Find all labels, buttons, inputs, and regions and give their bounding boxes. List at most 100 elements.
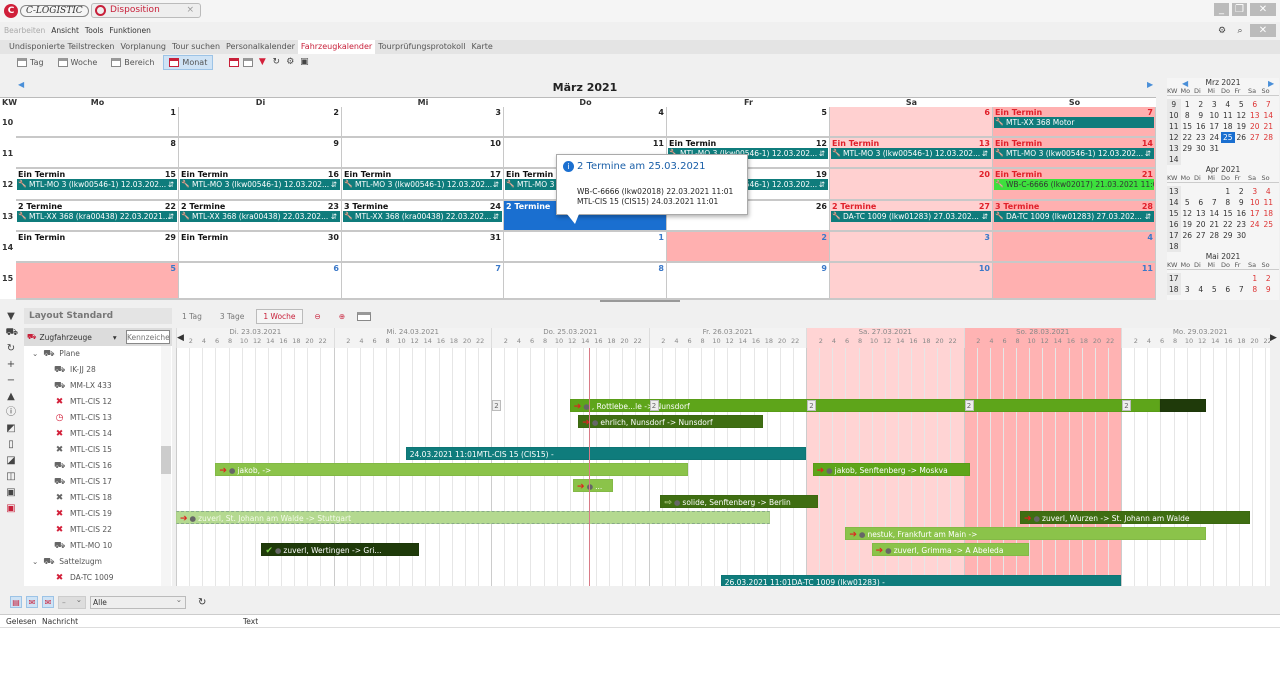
calendar-day-cell[interactable]: 31 bbox=[342, 232, 504, 263]
tab-tourpruefungsprotokoll[interactable]: Tourprüfungsprotokoll bbox=[375, 40, 468, 54]
minus-icon[interactable]: − bbox=[6, 375, 17, 386]
tree-row[interactable]: ⛟ IK-JJ 28 bbox=[54, 362, 96, 378]
calendar-day-cell[interactable]: 20 bbox=[830, 169, 993, 201]
tree-row[interactable]: ⛟ MTL-CIS 16 bbox=[54, 458, 112, 474]
calendar-day-cell[interactable]: 4 bbox=[504, 107, 667, 138]
tree-row[interactable]: ⛟ MM-LX 433 bbox=[54, 378, 112, 394]
previous-month-arrow[interactable]: ◀ bbox=[18, 80, 24, 89]
tree-row[interactable]: ⛟ MTL-MO 10 bbox=[54, 538, 112, 554]
calendar-day-cell[interactable]: 9 bbox=[667, 263, 830, 300]
mini-day[interactable]: 16 bbox=[1235, 208, 1249, 219]
tree-row[interactable]: ✖ MTL-CIS 15 bbox=[54, 442, 112, 458]
splitter-handle[interactable] bbox=[600, 300, 680, 302]
calendar-day-cell[interactable]: 8 bbox=[504, 263, 667, 300]
mini-day[interactable]: 5 bbox=[1181, 197, 1195, 208]
mini-day[interactable]: 3 bbox=[1248, 186, 1262, 197]
calendar-icon[interactable] bbox=[357, 311, 372, 321]
mini-prev-arrow[interactable]: ◀ bbox=[1182, 79, 1188, 88]
mail-read-icon[interactable]: ✉ bbox=[26, 596, 38, 608]
mini-day[interactable]: 2 bbox=[1262, 273, 1276, 284]
mini-day[interactable]: 11 bbox=[1221, 110, 1235, 121]
search-icon[interactable]: ⌕ bbox=[1235, 26, 1245, 36]
tree-row[interactable]: ✖ MTL-CIS 19 bbox=[54, 506, 112, 522]
mini-day[interactable]: 13 bbox=[1248, 110, 1262, 121]
next-month-arrow[interactable]: ▶ bbox=[1147, 80, 1153, 89]
filter-icon[interactable]: ▼ bbox=[6, 311, 17, 322]
restore-button[interactable]: ❐ bbox=[1232, 3, 1247, 16]
mini-day[interactable]: 15 bbox=[1221, 208, 1235, 219]
appointment-entry[interactable]: MTL-XX 368 (kra00438) 22.03.2021...⇵ bbox=[17, 211, 177, 222]
mini-day[interactable]: 28 bbox=[1208, 230, 1222, 241]
gantt-bar[interactable]: ➔ ● jakob, -> bbox=[215, 463, 688, 476]
print-icon[interactable]: ▣ bbox=[6, 487, 17, 498]
tab-tour-suchen[interactable]: Tour suchen bbox=[169, 40, 223, 54]
mini-day[interactable]: 1 bbox=[1181, 99, 1195, 110]
mini-day[interactable]: 3 bbox=[1181, 284, 1195, 295]
tree-scrollbar-thumb[interactable] bbox=[161, 446, 171, 474]
mini-day[interactable]: 21 bbox=[1262, 121, 1276, 132]
mini-day[interactable]: 8 bbox=[1221, 197, 1235, 208]
tree-row[interactable]: ✖ MTL-CIS 22 bbox=[54, 522, 112, 538]
filter-select-alle[interactable]: Alle bbox=[90, 594, 186, 609]
gantt-bar[interactable] bbox=[1160, 399, 1207, 412]
chevron-down-icon[interactable]: ▾ bbox=[113, 333, 117, 342]
calendar-day-cell[interactable]: 29 Ein Termin bbox=[16, 232, 179, 263]
mini-day[interactable]: 7 bbox=[1208, 197, 1222, 208]
mini-day[interactable]: 27 bbox=[1194, 230, 1208, 241]
conflict-count-badge[interactable]: 2 bbox=[649, 400, 659, 411]
mini-day[interactable]: 18 bbox=[1221, 121, 1235, 132]
calendar-day-cell[interactable]: 10 bbox=[342, 138, 504, 169]
print-red-icon[interactable]: ▣ bbox=[6, 503, 17, 514]
calendar-day-cell[interactable]: 7 Ein TerminMTL-XX 368 Motor bbox=[993, 107, 1156, 138]
conflict-count-badge[interactable]: 2 bbox=[807, 400, 816, 411]
gantt-bar[interactable]: ➔ ● zuverl, Wurzen -> St. Johann am Walde bbox=[1019, 511, 1250, 524]
mini-day[interactable]: 10 bbox=[1208, 110, 1222, 121]
zoom-out-icon[interactable]: ⊖ bbox=[309, 310, 327, 323]
appointment-entry[interactable]: WB-C-6666 (lkw02017) 21.03.2021 11:0 bbox=[994, 179, 1154, 190]
mini-day[interactable]: 6 bbox=[1221, 284, 1235, 295]
gantt-bar[interactable]: 26.03.2021 11:01DA-TC 1009 (lkw01283) - bbox=[720, 575, 1121, 586]
settings-icon[interactable]: ⚙ bbox=[285, 57, 295, 67]
column-nachricht[interactable]: Nachricht bbox=[42, 617, 78, 626]
calendar-day-cell[interactable]: 17 Ein TerminMTL-MO 3 (lkw00546-1) 12.03.… bbox=[342, 169, 504, 201]
mini-day[interactable]: 30 bbox=[1235, 230, 1249, 241]
gantt-bar[interactable]: ➔ ● zuverl, Grimma -> A Abeleda bbox=[871, 543, 1030, 556]
tree-row[interactable]: ⌄ ⛟ Plane bbox=[32, 346, 80, 362]
close-window-button[interactable]: ✕ bbox=[1250, 3, 1276, 16]
truck-icon[interactable]: ⛟ bbox=[6, 327, 19, 338]
calendar-day-cell[interactable]: 9 bbox=[179, 138, 342, 169]
column-gelesen[interactable]: Gelesen bbox=[6, 617, 36, 626]
mini-day[interactable]: 30 bbox=[1194, 143, 1208, 154]
mini-day[interactable]: 18 bbox=[1262, 208, 1276, 219]
gantt-bar[interactable]: ➔ ● nestuk, Frankfurt am Main -> bbox=[845, 527, 1207, 540]
menu-ansicht[interactable]: Ansicht bbox=[51, 24, 79, 38]
close-tab-icon[interactable]: × bbox=[186, 4, 194, 17]
calendar-day-cell[interactable]: 30 Ein Termin bbox=[179, 232, 342, 263]
mini-day[interactable]: 5 bbox=[1235, 99, 1249, 110]
timeline-prev-arrow[interactable]: ◀ bbox=[177, 333, 184, 343]
column-text[interactable]: Text bbox=[243, 617, 258, 626]
calendar-day-cell[interactable]: 6 bbox=[179, 263, 342, 300]
minimize-button[interactable]: _ bbox=[1214, 3, 1229, 16]
zoom-1-tag[interactable]: 1 Tag bbox=[176, 310, 208, 323]
mini-day[interactable]: 5 bbox=[1208, 284, 1222, 295]
mini-day[interactable]: 21 bbox=[1208, 219, 1222, 230]
appointment-entry[interactable]: DA-TC 1009 (lkw01283) 27.03.202...⇵ bbox=[994, 211, 1154, 222]
appointment-entry[interactable]: MTL-MO 3 (lkw00546-1) 12.03.202...⇵ bbox=[343, 179, 502, 190]
gantt-bar[interactable]: ✔ ● zuverl, Wertingen -> Gri... bbox=[261, 543, 419, 556]
tree-row[interactable]: ✖ MTL-CIS 12 bbox=[54, 394, 112, 410]
mini-day[interactable]: 20 bbox=[1194, 219, 1208, 230]
appointment-entry[interactable]: MTL-MO 3 (lkw00546-1) 12.03.202...⇵ bbox=[17, 179, 177, 190]
mini-day[interactable]: 26 bbox=[1181, 230, 1195, 241]
chevron-down-icon[interactable]: ⌄ bbox=[32, 346, 38, 362]
mini-day[interactable]: 9 bbox=[1235, 197, 1249, 208]
appointment-entry[interactable]: MTL-XX 368 (kra00438) 22.03.202...⇵ bbox=[180, 211, 340, 222]
calendar-day-cell[interactable]: 1 bbox=[504, 232, 667, 263]
calendar-day-cell[interactable]: 27 2 TermineDA-TC 1009 (lkw01283) 27.03.2… bbox=[830, 201, 993, 232]
chevron-down-icon[interactable]: ⌄ bbox=[32, 554, 38, 570]
tab-undisponierte-teilstrecken[interactable]: Undisponierte Teilstrecken bbox=[6, 40, 117, 54]
calendar-day-cell[interactable]: 5 bbox=[16, 263, 179, 300]
calendar-day-cell[interactable]: 24 3 TermineMTL-XX 368 (kra00438) 22.03.2… bbox=[342, 201, 504, 232]
mini-day[interactable]: 20 bbox=[1248, 121, 1262, 132]
tab-fahrzeugkalender[interactable]: Fahrzeugkalender bbox=[297, 40, 376, 54]
